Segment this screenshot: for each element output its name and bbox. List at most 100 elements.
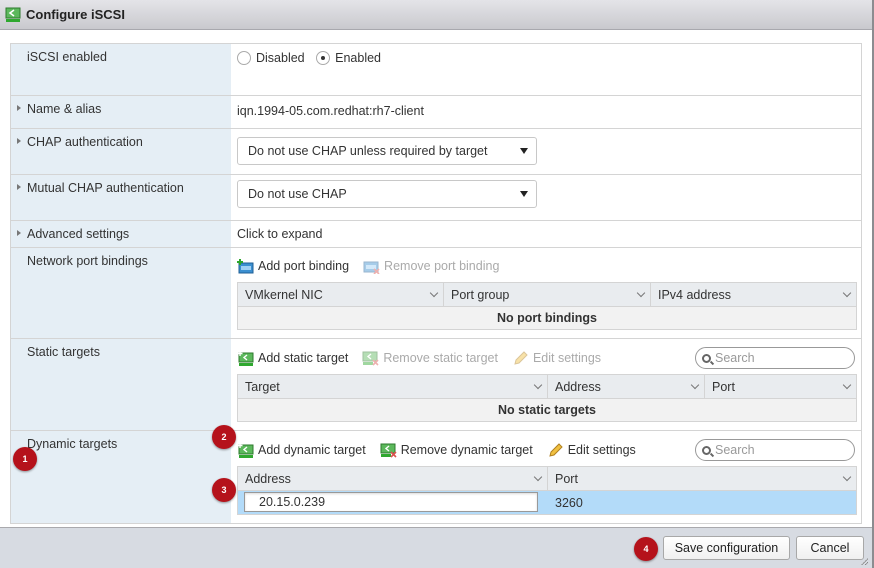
expand-caret-icon[interactable] xyxy=(17,138,21,144)
address-input[interactable]: 20.15.0.239 xyxy=(244,492,538,512)
column-label: Address xyxy=(555,379,601,394)
dialog-titlebar: Configure iSCSI xyxy=(0,0,874,30)
row-iscsi-enabled: iSCSI enabled Disabled Enabled xyxy=(11,44,861,96)
chevron-down-icon[interactable] xyxy=(842,472,852,482)
expand-caret-icon[interactable] xyxy=(17,230,21,236)
row-advanced: Advanced settings Click to expand xyxy=(11,221,861,248)
pencil-icon xyxy=(549,442,563,457)
expand-caret-icon[interactable] xyxy=(17,105,21,111)
column-ipv4-address[interactable]: IPv4 address xyxy=(651,283,856,306)
search-placeholder: Search xyxy=(715,443,755,457)
port-bindings-label-cell: Network port bindings xyxy=(11,248,231,338)
dynamic-targets-search[interactable]: Search xyxy=(695,439,855,461)
column-label: IPv4 address xyxy=(658,287,731,302)
static-targets-search[interactable]: Search xyxy=(695,347,855,369)
edit-dynamic-settings-button[interactable]: Edit settings xyxy=(547,442,636,458)
static-targets-table-header: Target Address Port xyxy=(238,375,856,399)
chap-label-cell[interactable]: CHAP authentication xyxy=(11,129,231,174)
search-icon xyxy=(702,445,711,455)
column-label: Target xyxy=(245,379,280,394)
dynamic-targets-label: Dynamic targets xyxy=(27,437,118,451)
add-port-binding-button[interactable]: Add port binding xyxy=(237,258,349,274)
callout-badge-4: 4 xyxy=(634,537,658,561)
callout-badge-1: 1 xyxy=(13,447,37,471)
chevron-down-icon[interactable] xyxy=(533,472,543,482)
callout-badge-2: 2 xyxy=(212,425,236,449)
static-targets-toolbar: Add static target Remove static target E… xyxy=(237,349,615,367)
chevron-down-icon[interactable] xyxy=(690,380,700,390)
advanced-label-cell[interactable]: Advanced settings xyxy=(11,221,231,247)
port-cell: 3260 xyxy=(555,495,583,510)
chevron-down-icon[interactable] xyxy=(429,288,439,298)
row-chap: CHAP authentication Do not use CHAP unle… xyxy=(11,129,861,175)
add-dynamic-target-label: Add dynamic target xyxy=(258,443,366,457)
mutual-chap-value: Do not use CHAP xyxy=(231,175,861,220)
mutual-chap-label-cell[interactable]: Mutual CHAP authentication xyxy=(11,175,231,220)
row-port-bindings: Network port bindings Add port binding R… xyxy=(11,248,861,339)
column-vmkernel-nic[interactable]: VMkernel NIC xyxy=(238,283,444,306)
port-bindings-label: Network port bindings xyxy=(27,254,148,268)
remove-dynamic-target-label: Remove dynamic target xyxy=(400,443,533,457)
column-address[interactable]: Address xyxy=(548,375,705,398)
remove-port-binding-button[interactable]: Remove port binding xyxy=(363,259,499,274)
add-target-icon xyxy=(237,442,254,458)
radio-disabled-circle[interactable] xyxy=(237,51,251,65)
address-cell[interactable]: 20.15.0.239 xyxy=(238,491,548,514)
column-label: Port group xyxy=(451,287,510,302)
add-target-icon xyxy=(237,350,254,366)
static-targets-label-cell: Static targets xyxy=(11,339,231,430)
dynamic-targets-table-header: Address Port xyxy=(238,467,856,491)
cancel-button[interactable]: Cancel xyxy=(796,536,864,560)
radio-enabled-circle[interactable] xyxy=(316,51,331,65)
column-label: Port xyxy=(555,471,578,486)
chap-select[interactable]: Do not use CHAP unless required by targe… xyxy=(237,137,537,165)
iscsi-enabled-label-cell: iSCSI enabled xyxy=(11,44,231,95)
mutual-chap-label: Mutual CHAP authentication xyxy=(27,181,184,195)
save-configuration-button[interactable]: Save configuration xyxy=(663,536,790,560)
port-bindings-toolbar: Add port binding Remove port binding xyxy=(237,257,513,275)
advanced-expand-link[interactable]: Click to expand xyxy=(231,221,861,247)
chevron-down-icon[interactable] xyxy=(533,380,543,390)
search-placeholder: Search xyxy=(715,351,755,365)
port-bindings-value: Add port binding Remove port binding VMk… xyxy=(231,248,861,338)
mutual-chap-select[interactable]: Do not use CHAP xyxy=(237,180,537,208)
chevron-down-icon[interactable] xyxy=(842,288,852,298)
column-port-group[interactable]: Port group xyxy=(444,283,651,306)
add-static-target-button[interactable]: Add static target xyxy=(237,350,348,366)
port-bindings-table-header: VMkernel NIC Port group IPv4 address xyxy=(238,283,856,307)
port-bindings-empty: No port bindings xyxy=(238,307,856,329)
dropdown-arrow-icon xyxy=(520,191,528,197)
resize-grip-icon[interactable] xyxy=(861,558,868,565)
remove-nic-icon xyxy=(363,261,380,274)
radio-disabled[interactable]: Disabled xyxy=(237,51,305,65)
chap-label: CHAP authentication xyxy=(27,135,143,149)
column-label: VMkernel NIC xyxy=(245,287,323,302)
settings-grid: iSCSI enabled Disabled Enabled Name & al… xyxy=(10,43,862,524)
table-row[interactable]: 20.15.0.239 3260 xyxy=(238,491,856,514)
static-targets-table: Target Address Port No static targets xyxy=(237,374,857,422)
column-label: Address xyxy=(245,471,291,486)
column-target[interactable]: Target xyxy=(238,375,548,398)
row-dynamic-targets: Dynamic targets Add dynamic target Remov… xyxy=(11,431,861,523)
advanced-label: Advanced settings xyxy=(27,227,130,241)
iscsi-enabled-label: iSCSI enabled xyxy=(27,50,107,64)
chevron-down-icon[interactable] xyxy=(842,380,852,390)
chap-value: Do not use CHAP unless required by targe… xyxy=(231,129,861,174)
name-alias-label-cell[interactable]: Name & alias xyxy=(11,96,231,128)
column-port[interactable]: Port xyxy=(548,467,856,490)
remove-dynamic-target-button[interactable]: Remove dynamic target xyxy=(380,443,533,458)
expand-caret-icon[interactable] xyxy=(17,184,21,190)
column-port[interactable]: Port xyxy=(705,375,856,398)
remove-static-target-button[interactable]: Remove static target xyxy=(362,351,498,366)
radio-enabled-label: Enabled xyxy=(335,51,381,65)
edit-static-settings-button[interactable]: Edit settings xyxy=(512,350,602,366)
edit-static-settings-label: Edit settings xyxy=(532,351,602,365)
edit-dynamic-settings-label: Edit settings xyxy=(567,443,636,457)
static-targets-value: Add static target Remove static target E… xyxy=(231,339,861,430)
add-dynamic-target-button[interactable]: Add dynamic target xyxy=(237,442,366,458)
add-nic-icon xyxy=(237,258,254,273)
chevron-down-icon[interactable] xyxy=(636,288,646,298)
row-name-alias: Name & alias iqn.1994-05.com.redhat:rh7-… xyxy=(11,96,861,129)
radio-enabled[interactable]: Enabled xyxy=(316,51,381,65)
column-address[interactable]: Address xyxy=(238,467,548,490)
